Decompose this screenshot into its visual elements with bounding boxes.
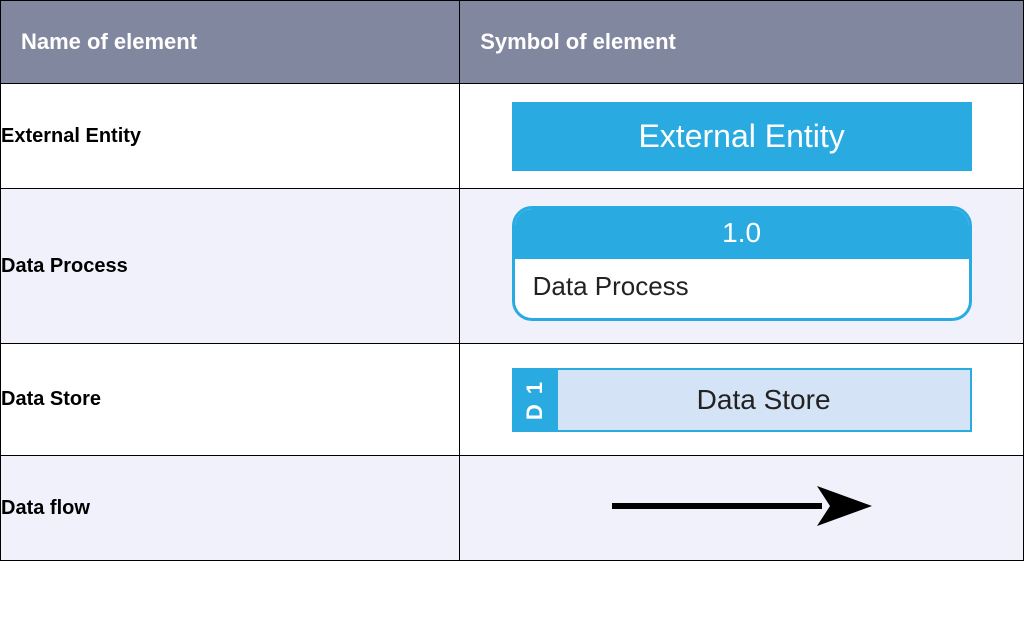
external-entity-label: External Entity: [638, 118, 844, 154]
table-header-row: Name of element Symbol of element: [1, 1, 1024, 84]
table-row: External Entity External Entity: [1, 84, 1024, 189]
table-row: Data flow: [1, 456, 1024, 561]
row-symbol-data-store: D 1 Data Store: [460, 344, 1024, 456]
row-name-data-process: Data Process: [1, 189, 460, 344]
dfd-elements-table: Name of element Symbol of element Extern…: [0, 0, 1024, 561]
data-process-number: 1.0: [515, 209, 969, 259]
data-store-label: Data Store: [558, 370, 970, 430]
row-name-data-flow: Data flow: [1, 456, 460, 561]
row-symbol-data-flow: [460, 456, 1024, 561]
header-symbol: Symbol of element: [460, 1, 1024, 84]
row-name-data-store: Data Store: [1, 344, 460, 456]
data-store-tab: D 1: [514, 370, 558, 430]
data-store-tab-label: D 1: [523, 379, 549, 419]
row-symbol-data-process: 1.0 Data Process: [460, 189, 1024, 344]
data-store-symbol: D 1 Data Store: [512, 368, 972, 432]
header-name: Name of element: [1, 1, 460, 84]
row-symbol-external-entity: External Entity: [460, 84, 1024, 189]
data-process-label: Data Process: [515, 259, 969, 318]
table-row: Data Store D 1 Data Store: [1, 344, 1024, 456]
data-flow-arrow-icon: [592, 476, 892, 541]
external-entity-symbol: External Entity: [512, 102, 972, 171]
row-name-external-entity: External Entity: [1, 84, 460, 189]
table-row: Data Process 1.0 Data Process: [1, 189, 1024, 344]
data-process-symbol: 1.0 Data Process: [512, 206, 972, 321]
